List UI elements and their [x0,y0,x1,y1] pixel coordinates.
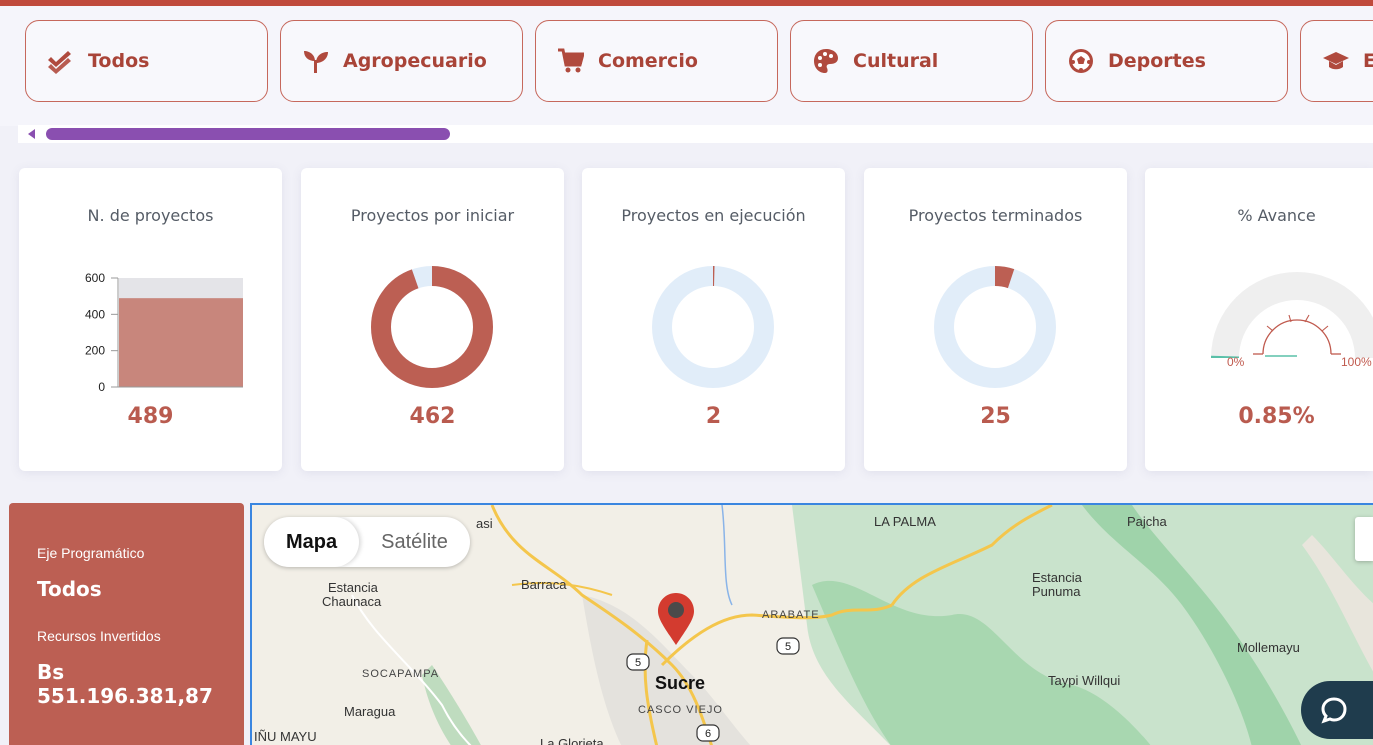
donut-en-ejecucion [652,266,774,388]
card-value: 462 [409,404,456,429]
bar-tick-label: 200 [85,344,105,358]
sprout-icon [304,51,328,73]
category-deportes-button[interactable]: Deportes [1045,20,1288,102]
category-scrollbar[interactable] [18,125,1373,143]
donut-value-arc [371,266,493,388]
category-comercio-button[interactable]: Comercio [535,20,778,102]
card-terminados: Proyectos terminados 25 [864,168,1127,471]
recursos-invertidos-value: Bs 551.196.381,87 [37,660,213,708]
card-value: 489 [127,404,174,429]
summary-panel: Eje Programático Todos Recursos Invertid… [9,503,244,745]
map-label: Pajcha [1127,514,1167,529]
map-type-satelite-button[interactable]: Satélite [359,517,470,567]
graduation-cap-icon [1323,52,1349,70]
map-view[interactable]: Mapa Satélite asi LA PALMA Pajcha Estanc… [250,503,1373,745]
double-check-icon [48,51,71,74]
category-label: Comercio [598,50,698,72]
chat-bubble-icon [1321,697,1347,724]
map-label: Chaunaca [322,594,382,609]
card-value: 2 [705,404,722,429]
bar-tick-label: 400 [85,307,105,321]
map-label: Barraca [521,577,567,592]
gauge-min-label: 0% [1227,355,1245,369]
map-label: Mollemayu [1237,640,1300,655]
map-label: LA PALMA [874,514,936,529]
map-label: CASCO VIEJO [638,704,723,716]
recursos-invertidos-label: Recursos Invertidos [37,628,161,644]
gauge-max-label: 100% [1341,355,1372,369]
soccer-ball-icon [1069,49,1093,73]
card-value: 0.85% [1238,404,1315,429]
eje-programatico-label: Eje Programático [37,545,145,561]
donut-terminados [934,266,1056,388]
bar-tick-label: 600 [85,271,105,285]
category-label: Deportes [1108,50,1206,72]
bar-value [119,298,243,387]
scroll-thumb[interactable] [46,128,450,140]
category-label: Cultural [853,50,939,72]
bar-tick-label: 0 [98,380,105,394]
map-label: ARABATE [762,609,820,621]
donut-por-iniciar [371,266,493,388]
gauge-chart: 0% 100% [1211,272,1373,369]
cart-icon [558,48,584,73]
map-label: Punuma [1032,584,1081,599]
map-type-mapa-button[interactable]: Mapa [264,517,360,567]
palette-icon [814,49,838,73]
category-todos-button[interactable]: Todos [25,20,268,102]
card-n-proyectos: N. de proyectos 600 400 200 0 489 [19,168,282,471]
map-label: IÑU MAYU [254,729,317,744]
map-label: Estancia [328,580,378,595]
category-label: Todos [88,50,150,72]
map-type-control: Mapa Satélite [264,517,470,567]
scroll-left-arrow-icon[interactable] [28,129,35,139]
category-label: Agropecuario [343,50,487,72]
category-filter-bar: Todos Agropecuario Comercio Cultural Dep… [0,6,1373,126]
map-label: Estancia [1032,570,1082,585]
fullscreen-button[interactable] [1355,517,1373,561]
category-agropecuario-button[interactable]: Agropecuario [280,20,523,102]
map-label-city: Sucre [655,673,706,693]
map-label: Maragua [344,704,396,719]
card-por-iniciar: Proyectos por iniciar 462 [301,168,564,471]
map-label: La Glorieta [540,736,604,745]
chat-button[interactable] [1301,681,1373,739]
category-label: E [1363,50,1373,72]
category-educacion-button[interactable]: E [1300,20,1373,102]
card-value: 25 [980,404,1011,429]
map-label: Taypi Willqui [1048,673,1121,688]
card-en-ejecucion: Proyectos en ejecución 2 [582,168,845,471]
eje-programatico-value: Todos [37,577,102,601]
bar-chart: 600 400 200 0 [85,271,243,394]
card-avance: % Avance 0% 100% 0.85% [1145,168,1373,471]
map-label: asi [476,516,493,531]
category-cultural-button[interactable]: Cultural [790,20,1033,102]
map-label: SOCAPAMPA [362,668,440,680]
